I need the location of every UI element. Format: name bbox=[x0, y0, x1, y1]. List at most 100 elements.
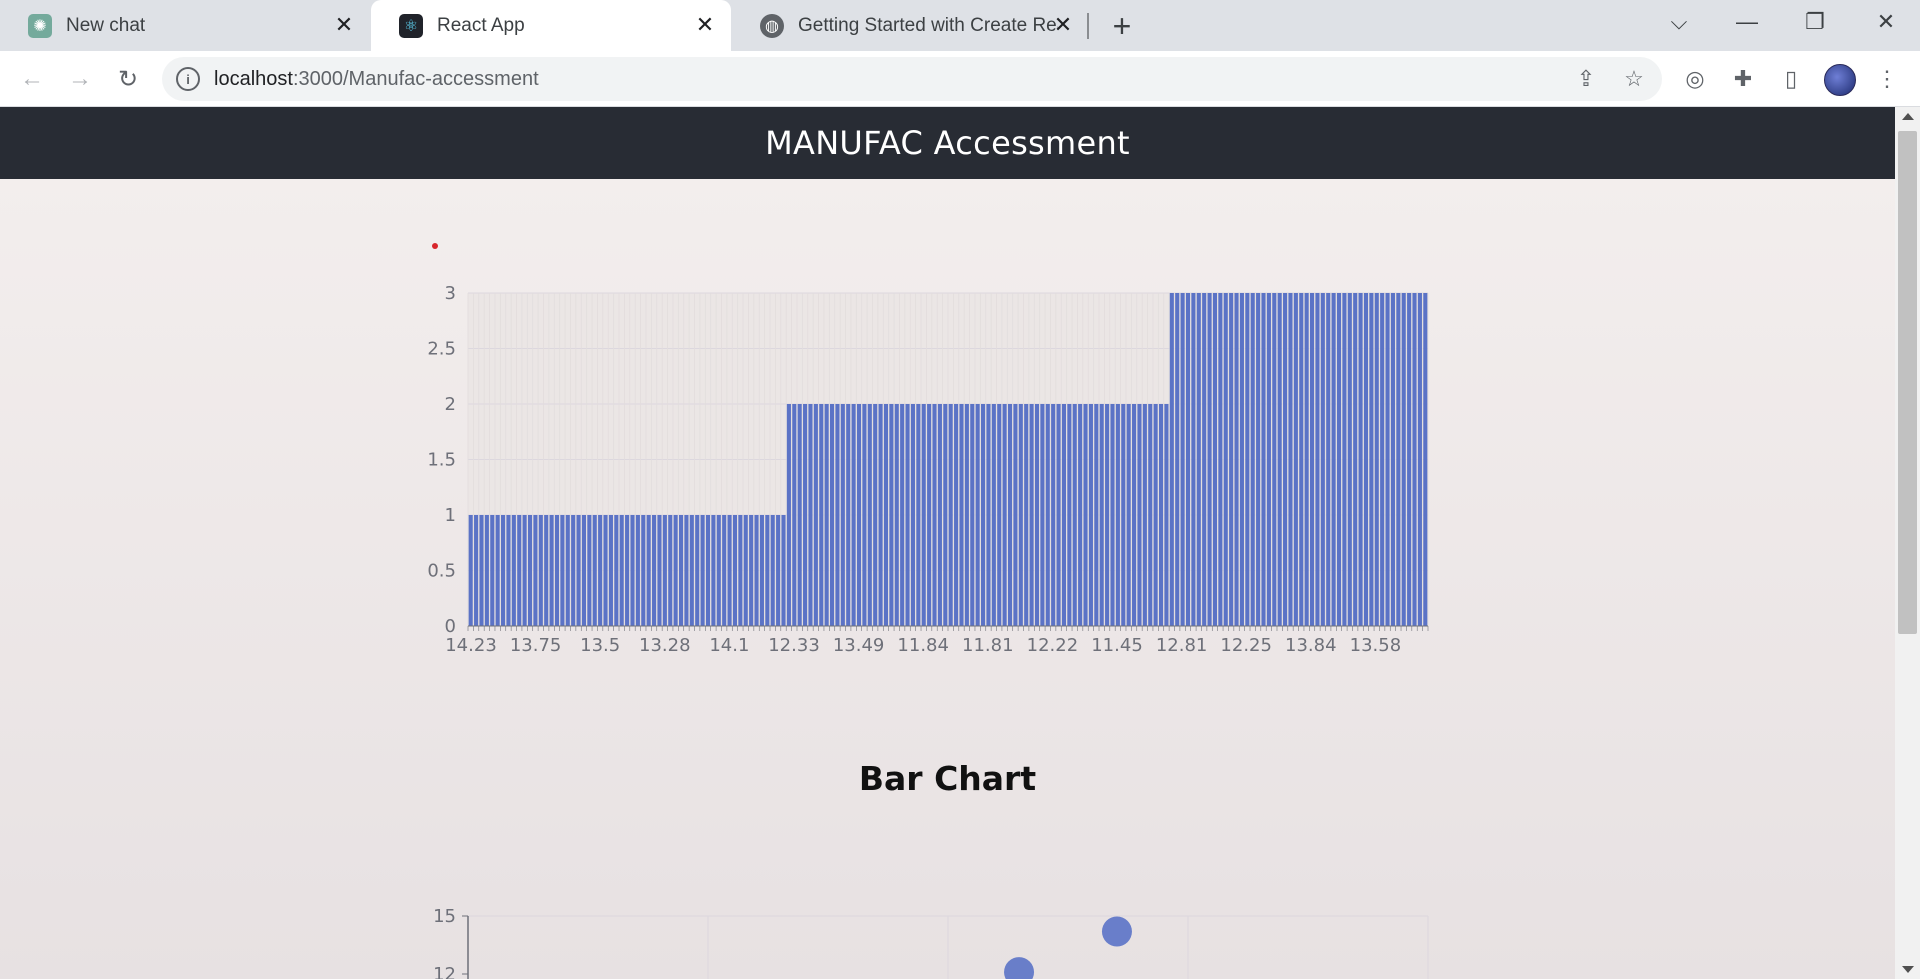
window-close-icon[interactable]: ✕ bbox=[1852, 0, 1920, 44]
bar bbox=[1207, 293, 1212, 626]
bar bbox=[1045, 404, 1050, 626]
bookmark-star-icon[interactable]: ☆ bbox=[1620, 65, 1648, 93]
bar bbox=[527, 515, 533, 626]
bar bbox=[662, 515, 667, 626]
bar bbox=[943, 404, 948, 626]
bar-chart-heading: Bar Chart bbox=[858, 759, 1037, 798]
bar bbox=[490, 515, 495, 626]
bar bbox=[792, 404, 797, 626]
bar bbox=[544, 515, 549, 626]
tab-new-chat[interactable]: ✺ New chat ✕ bbox=[0, 0, 370, 51]
x-tick-label: 12.22 bbox=[1027, 635, 1079, 656]
bar bbox=[1007, 404, 1013, 626]
bar bbox=[1164, 404, 1169, 626]
bar bbox=[711, 515, 716, 626]
scroll-up-icon[interactable] bbox=[1902, 113, 1914, 120]
bar bbox=[652, 515, 657, 626]
bar bbox=[479, 515, 484, 626]
bar bbox=[889, 404, 894, 626]
bar bbox=[1175, 293, 1180, 626]
bar bbox=[576, 515, 581, 626]
bar bbox=[554, 515, 560, 626]
scroll-down-icon[interactable] bbox=[1902, 966, 1914, 973]
minimize-icon[interactable]: — bbox=[1713, 0, 1781, 44]
x-tick-label: 12.25 bbox=[1220, 635, 1272, 656]
bar bbox=[732, 515, 738, 626]
bar bbox=[678, 515, 684, 626]
bar bbox=[954, 404, 959, 626]
bar bbox=[1407, 293, 1412, 626]
y-tick-label: 2.5 bbox=[427, 339, 456, 360]
bar bbox=[700, 515, 705, 626]
bar bbox=[468, 515, 473, 626]
scatter-point bbox=[1101, 916, 1132, 947]
bar bbox=[1304, 293, 1309, 626]
bar bbox=[1051, 404, 1056, 626]
bar bbox=[743, 515, 748, 626]
bar bbox=[964, 404, 969, 626]
globe-icon: ◍ bbox=[760, 13, 784, 38]
scroll-thumb[interactable] bbox=[1898, 131, 1917, 634]
bar bbox=[1417, 293, 1422, 626]
bar bbox=[571, 515, 576, 626]
openai-icon: ✺ bbox=[28, 13, 52, 38]
bar bbox=[1423, 293, 1428, 626]
bar bbox=[1153, 404, 1158, 626]
forward-icon[interactable]: → bbox=[62, 61, 98, 97]
bar bbox=[1299, 293, 1304, 626]
close-icon[interactable]: ✕ bbox=[693, 12, 717, 37]
bar bbox=[937, 404, 942, 626]
avatar[interactable] bbox=[1824, 64, 1856, 96]
y-tick-label: 1 bbox=[445, 505, 456, 526]
charts-canvas: 0 0.5 1 1.5 2 2.5 3 14.23 13.75 13.5 13.28 14.1 12.3… bbox=[427, 283, 1429, 979]
bar bbox=[1412, 293, 1417, 626]
bar bbox=[727, 515, 732, 626]
tab-search-icon[interactable]: ⌵ bbox=[1645, 0, 1713, 44]
y-tick-label: 0.5 bbox=[427, 561, 456, 582]
y-tick-label: 1.5 bbox=[427, 450, 456, 471]
tab-react-app[interactable]: ⚛ React App ✕ bbox=[371, 0, 731, 51]
bar bbox=[749, 515, 754, 626]
bar bbox=[1083, 404, 1088, 626]
bar bbox=[1132, 404, 1137, 626]
bar bbox=[1148, 404, 1153, 626]
bar bbox=[786, 404, 791, 626]
share-icon[interactable]: ⇪ bbox=[1572, 65, 1600, 93]
new-tab-button[interactable]: + bbox=[1104, 8, 1140, 44]
site-info-icon[interactable]: i bbox=[176, 67, 200, 91]
bar bbox=[533, 515, 538, 626]
extension-circle-icon[interactable]: ◎ bbox=[1680, 64, 1710, 94]
bar bbox=[1212, 293, 1218, 626]
bar bbox=[538, 515, 543, 626]
extensions-puzzle-icon[interactable]: ✚ bbox=[1728, 64, 1758, 94]
bar bbox=[1353, 293, 1358, 626]
back-icon[interactable]: ← bbox=[14, 61, 50, 97]
bar bbox=[474, 515, 479, 626]
x-tick-label: 13.75 bbox=[510, 635, 562, 656]
bar bbox=[1126, 404, 1131, 626]
url-text[interactable]: localhost:3000/Manufac-accessment bbox=[214, 68, 539, 91]
side-panel-icon[interactable]: ▯ bbox=[1776, 64, 1806, 94]
menu-kebab-icon[interactable]: ⋮ bbox=[1872, 64, 1902, 94]
bar bbox=[948, 404, 953, 626]
address-bar[interactable]: i localhost:3000/Manufac-accessment ⇪ ☆ bbox=[162, 57, 1662, 101]
bar bbox=[1229, 293, 1234, 626]
bar bbox=[856, 404, 862, 626]
reload-icon[interactable]: ↻ bbox=[110, 61, 146, 97]
x-tick-label: 13.5 bbox=[580, 635, 620, 656]
tab-create-react-docs[interactable]: ◍ Getting Started with Create React ✕ bbox=[732, 0, 1087, 51]
x-tick-label: 14.23 bbox=[445, 635, 497, 656]
bar bbox=[1347, 293, 1352, 626]
bar bbox=[1239, 293, 1244, 626]
bar bbox=[1196, 293, 1201, 626]
close-icon[interactable]: ✕ bbox=[1051, 12, 1075, 37]
bar bbox=[1024, 404, 1029, 626]
bar bbox=[619, 515, 624, 626]
page-scrollbar[interactable] bbox=[1895, 107, 1920, 979]
close-icon[interactable]: ✕ bbox=[332, 12, 356, 37]
bar bbox=[1218, 293, 1223, 626]
restore-icon[interactable]: ❐ bbox=[1781, 0, 1849, 44]
bar bbox=[1137, 404, 1142, 626]
bar bbox=[1002, 404, 1007, 626]
bar bbox=[1191, 293, 1196, 626]
